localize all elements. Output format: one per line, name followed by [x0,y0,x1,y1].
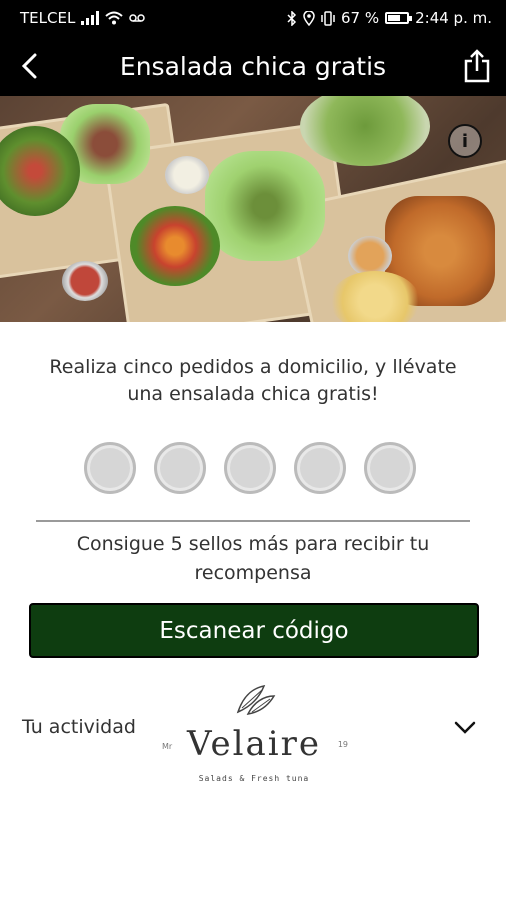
lettuce-wrap [205,151,325,261]
logo-tagline: Salads & Fresh tuna [198,774,310,783]
info-button[interactable]: i [448,124,482,158]
battery-percent: 67 % [341,9,380,27]
sauce-cup [165,156,209,194]
stamp-slot [364,442,416,494]
hero-image: i [0,96,506,322]
clock: 2:44 p. m. [415,9,492,27]
stamp-card [84,442,416,494]
stamps-remaining-text: Consigue 5 sellos más para recibir tu re… [76,533,430,584]
activity-label: Tu actividad [22,716,136,738]
logo-wordmark: Velaire [187,724,321,764]
stamp-slot [84,442,136,494]
share-button[interactable] [448,36,506,96]
stamp-slot [224,442,276,494]
leaf-emblem-icon [236,684,276,715]
stamp-slot [294,442,346,494]
divider [36,520,470,522]
share-icon [464,49,490,83]
back-button[interactable] [0,36,58,96]
carrier-label: TELCEL [20,9,76,27]
location-icon [303,10,315,26]
page-title: Ensalada chica gratis [119,51,387,81]
app-bar: Ensalada chica gratis [0,36,506,96]
chevron-down-icon[interactable] [454,720,476,736]
wifi-icon [105,11,123,25]
chevron-left-icon [21,53,37,79]
vibrate-icon [321,10,335,26]
voicemail-icon [129,14,146,22]
signal-icon [81,11,100,25]
battery-icon [385,12,413,24]
bluetooth-icon [287,10,297,26]
logo-suffix: 19 [337,740,348,749]
reward-description: Realiza cinco pedidos a domicilio, y llé… [49,356,457,405]
scan-code-button[interactable]: Escanear código [29,603,479,658]
sauce-cup [62,261,108,301]
status-bar: TELCEL 67 % 2:44 p. m. [0,0,506,36]
salad-pile [130,206,220,286]
chips [330,271,420,322]
brand-logo: Mr Velaire 19 Salads & Fresh tuna [158,682,350,792]
info-icon: i [461,130,469,152]
sauce-cup [348,236,392,276]
stamp-slot [154,442,206,494]
